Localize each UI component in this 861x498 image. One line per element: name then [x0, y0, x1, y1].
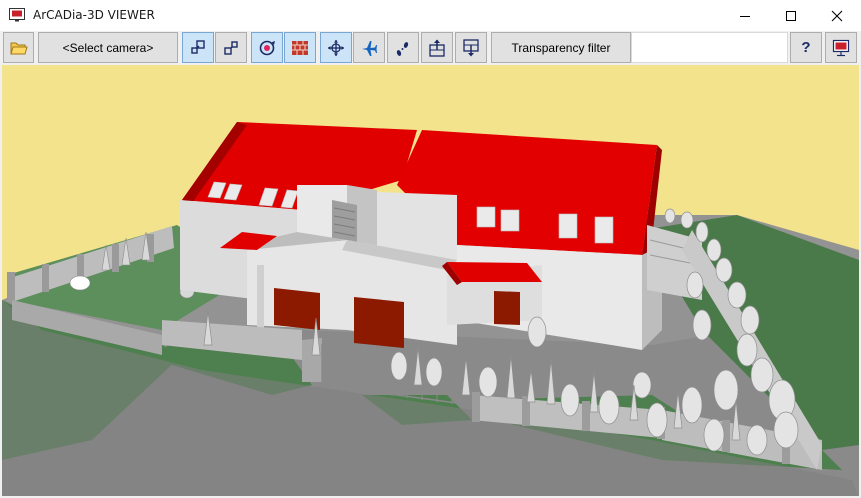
level-down-button[interactable] [455, 32, 487, 63]
maximize-button[interactable] [768, 0, 814, 31]
open-folder-icon [9, 42, 28, 54]
orbit-button[interactable] [251, 32, 283, 63]
walls-button[interactable] [284, 32, 316, 63]
select-camera-label: <Select camera> [62, 40, 154, 55]
move-button[interactable] [320, 32, 352, 63]
fly-mode-button[interactable] [353, 32, 385, 63]
open-file-button[interactable] [3, 32, 34, 63]
minimize-button[interactable] [722, 0, 768, 31]
title-bar[interactable]: ArCADia-3D VIEWER [0, 0, 861, 31]
app-window: ArCADia-3D VIEWER <Select camera> Transp… [0, 0, 861, 498]
transparency-filter-button[interactable]: Transparency filter [491, 32, 631, 63]
walk-mode-button[interactable] [387, 32, 419, 63]
fly-icon [362, 40, 377, 56]
presentation-icon [832, 39, 850, 56]
level-up-button[interactable] [421, 32, 453, 63]
zoom-out-icon [224, 40, 238, 55]
minimize-icon [740, 15, 750, 17]
help-label: ? [801, 39, 811, 56]
maximize-icon [786, 10, 796, 21]
3d-house-model[interactable] [2, 65, 859, 496]
walls-icon [292, 40, 308, 55]
close-button[interactable] [814, 0, 860, 31]
move-icon [328, 39, 344, 56]
transparency-filter-label: Transparency filter [511, 40, 611, 55]
window-title: ArCADia-3D VIEWER [33, 8, 155, 22]
presentation-button[interactable] [825, 32, 857, 63]
zoom-out-button[interactable] [215, 32, 247, 63]
3d-viewport[interactable] [2, 65, 859, 496]
walk-icon [396, 41, 409, 56]
level-up-icon [429, 39, 445, 57]
close-icon [831, 10, 843, 21]
help-button[interactable]: ? [790, 32, 822, 63]
app-logo-icon [9, 8, 25, 22]
orbit-icon [259, 40, 275, 55]
toolbar: <Select camera> Transparency filter ? [0, 31, 861, 65]
zoom-in-button[interactable] [182, 32, 214, 63]
zoom-in-icon [191, 39, 205, 54]
transparency-value-field[interactable] [631, 32, 788, 63]
select-camera-button[interactable]: <Select camera> [38, 32, 178, 63]
level-down-icon [463, 38, 479, 56]
